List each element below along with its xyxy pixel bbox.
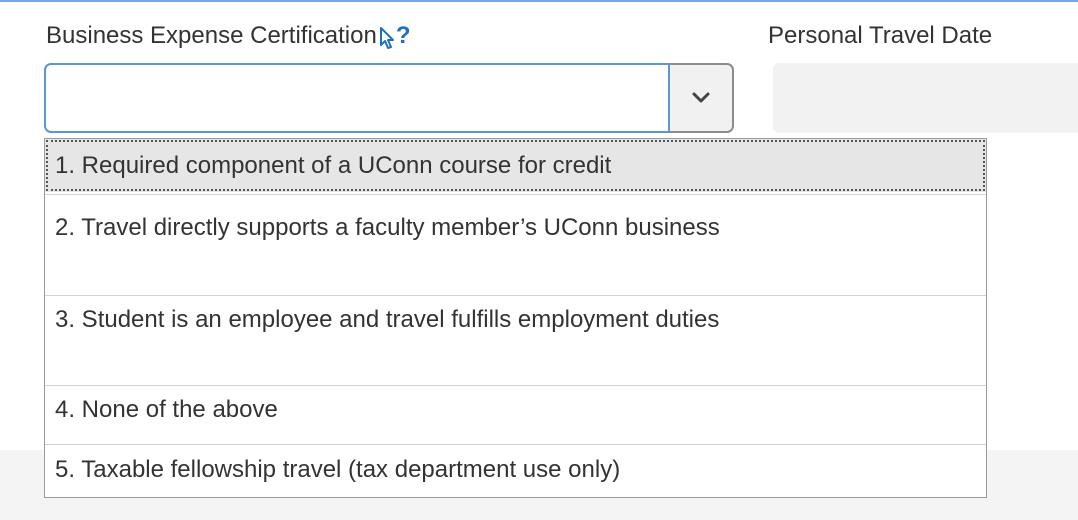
dropdown-option-4[interactable]: 4. None of the above <box>45 387 986 439</box>
personal-travel-date-input[interactable] <box>773 63 1078 133</box>
option-divider <box>45 194 986 195</box>
top-divider <box>0 0 1078 2</box>
select-toggle-button[interactable] <box>668 63 734 133</box>
certification-field-label: Business Expense Certification ? <box>46 22 411 50</box>
help-icon[interactable]: ? <box>379 22 411 50</box>
question-mark-icon: ? <box>395 22 411 49</box>
certification-select[interactable] <box>44 63 734 133</box>
option-divider <box>45 295 986 296</box>
certification-dropdown-list[interactable]: 1. Required component of a UConn course … <box>44 138 987 498</box>
certification-select-input[interactable] <box>44 63 671 133</box>
option-divider <box>45 444 986 445</box>
personal-travel-date-label: Personal Travel Date <box>768 22 993 49</box>
dropdown-option-1[interactable]: 1. Required component of a UConn course … <box>45 139 986 192</box>
page: Business Expense Certification ? Persona… <box>0 0 1078 520</box>
dropdown-option-2[interactable]: 2. Travel directly supports a faculty me… <box>45 207 986 287</box>
chevron-down-icon <box>692 92 710 103</box>
dropdown-option-3[interactable]: 3. Student is an employee and travel ful… <box>45 299 986 379</box>
certification-label-text: Business Expense Certification <box>46 22 377 49</box>
mouse-cursor-icon <box>379 27 394 49</box>
option-divider <box>45 385 986 386</box>
dropdown-option-5[interactable]: 5. Taxable fellowship travel (tax depart… <box>45 447 986 499</box>
